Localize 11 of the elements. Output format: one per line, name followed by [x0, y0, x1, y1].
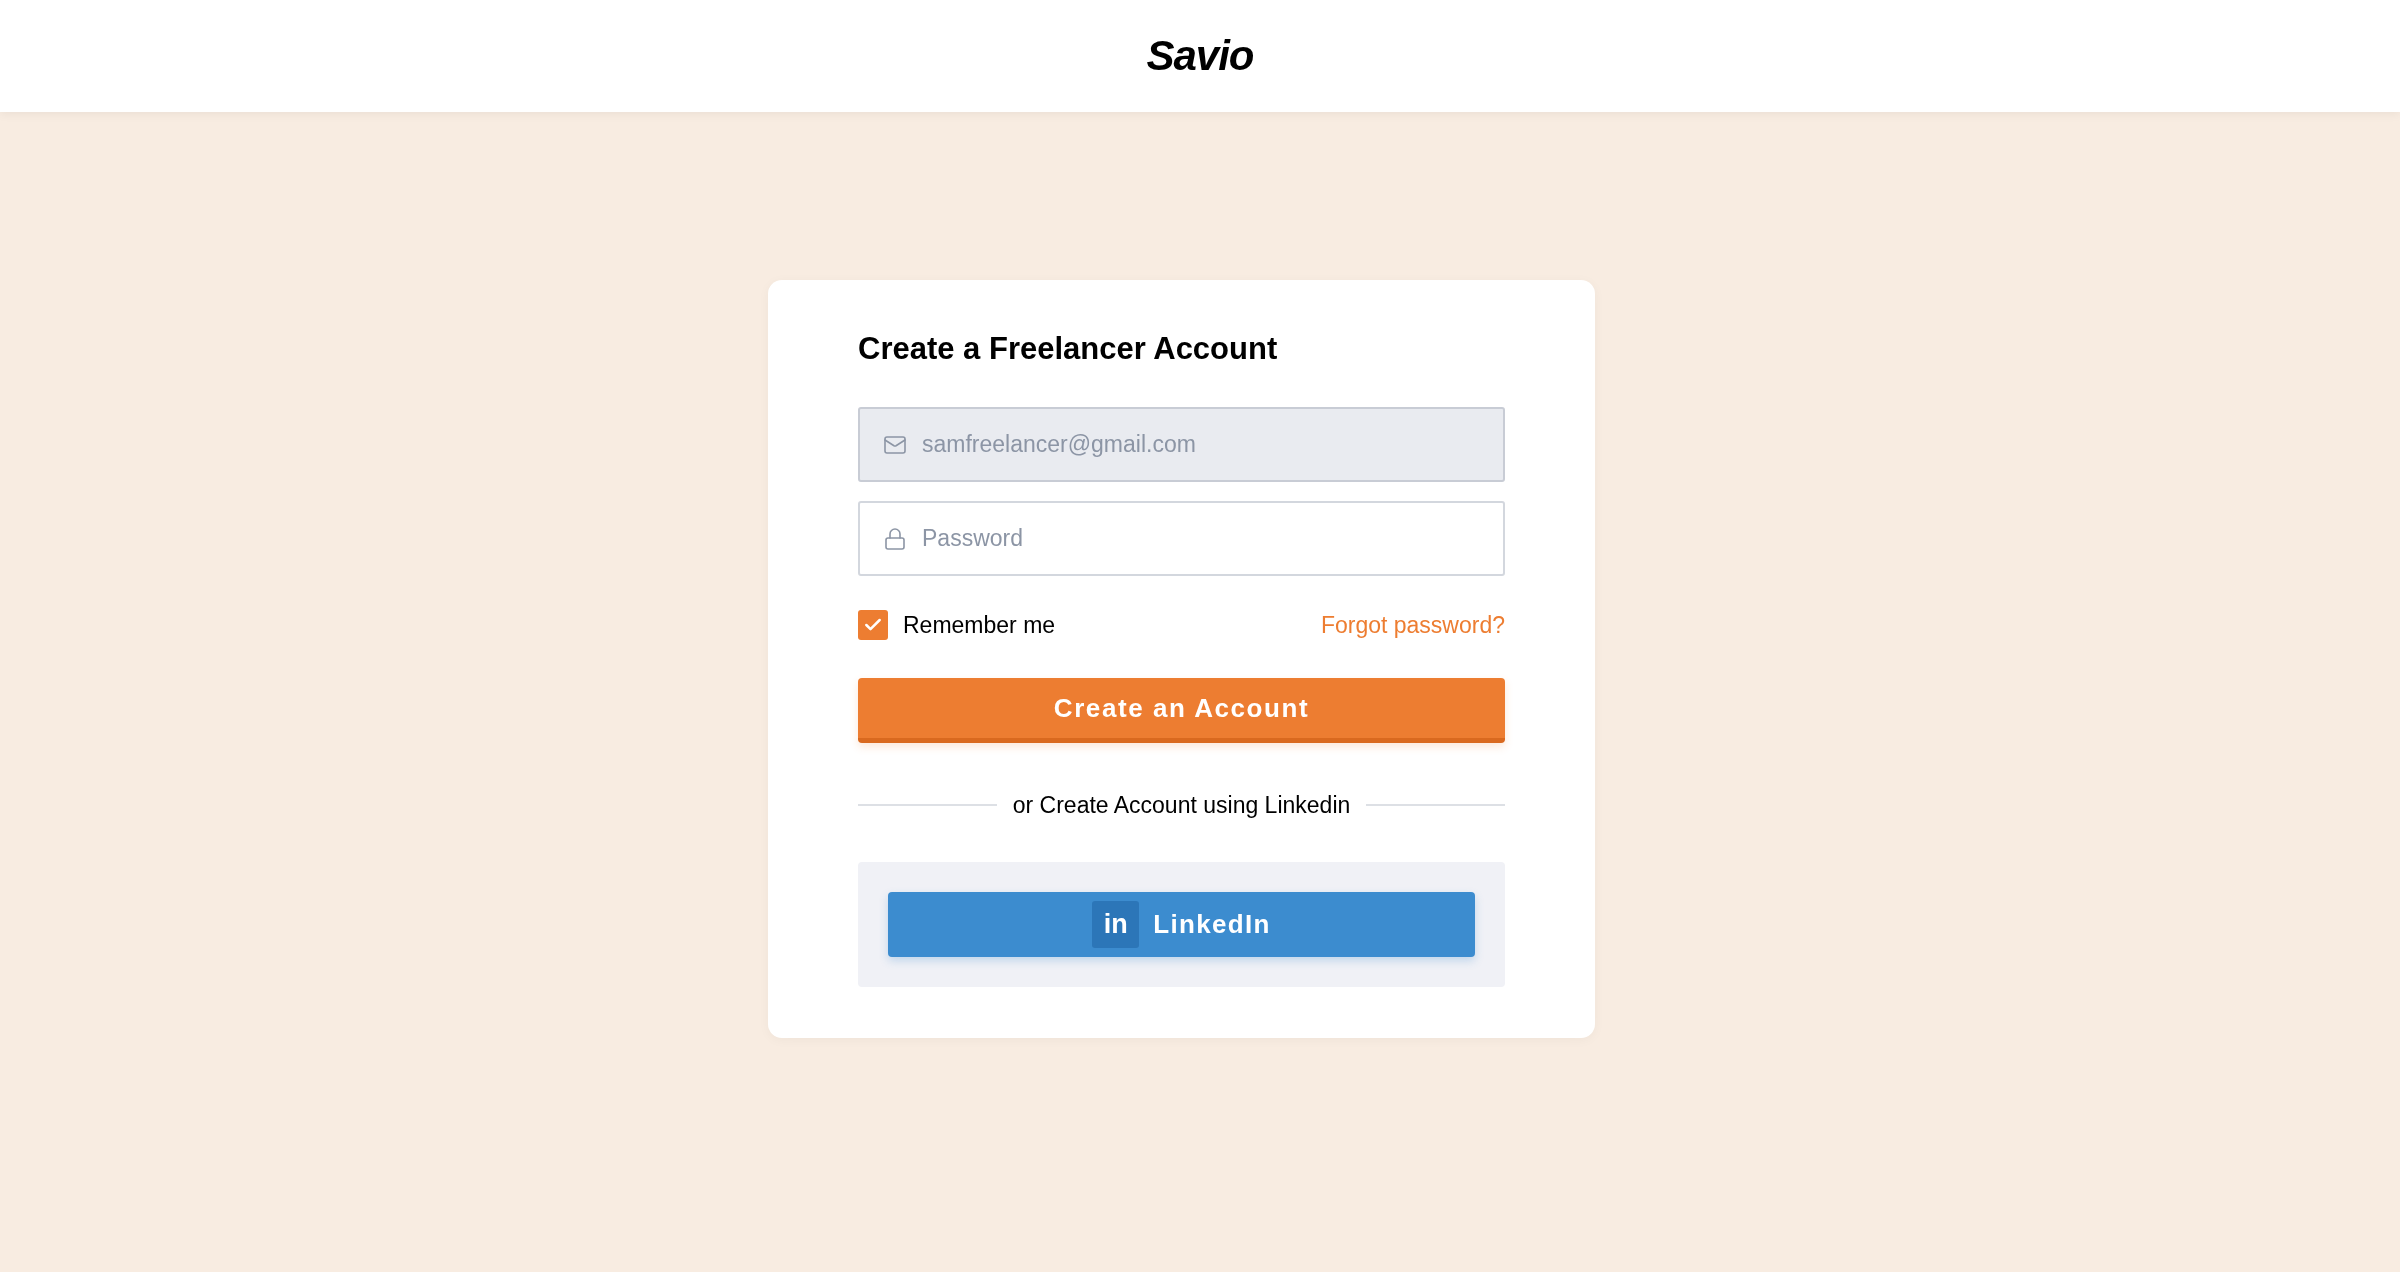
- linkedin-button[interactable]: in LinkedIn: [888, 892, 1475, 957]
- remember-label: Remember me: [903, 610, 1056, 640]
- brand-logo[interactable]: Savio: [1146, 35, 1254, 77]
- divider-text: or Create Account using Linkedin: [1012, 791, 1351, 820]
- lock-icon: [883, 526, 907, 551]
- linkedin-logo: in: [1092, 901, 1140, 948]
- password-field[interactable]: Password: [858, 501, 1505, 576]
- remember-checkbox[interactable]: [858, 610, 888, 640]
- form-title: Create a Freelancer Account: [858, 330, 1279, 368]
- forgot-password-link[interactable]: Forgot password?: [1320, 607, 1505, 643]
- create-account-button[interactable]: Create an Account: [858, 678, 1505, 743]
